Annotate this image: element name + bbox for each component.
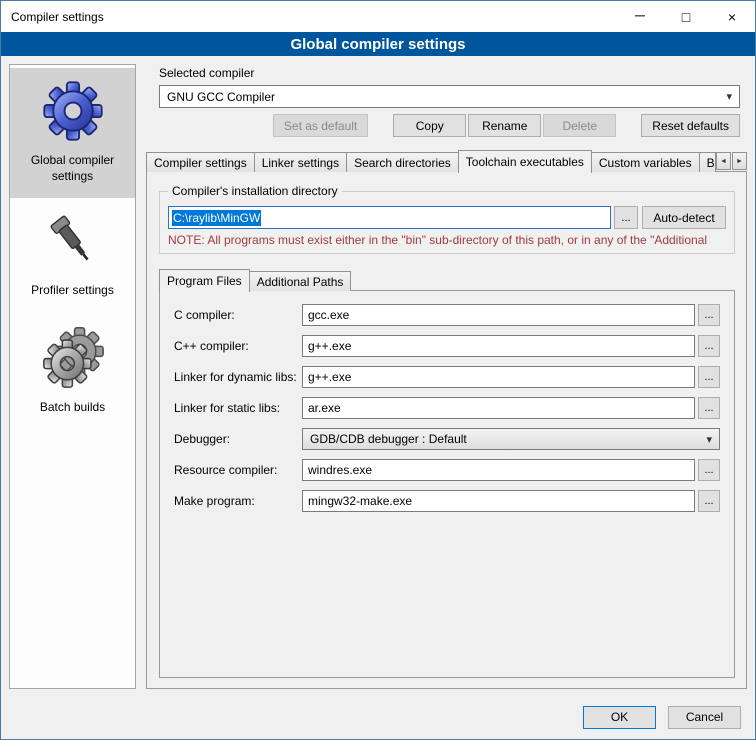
- installation-directory-groupbox: Compiler's installation directory C:\ray…: [159, 191, 735, 254]
- close-icon: ×: [728, 9, 736, 25]
- field-label: Linker for dynamic libs:: [174, 370, 302, 384]
- field-label: Resource compiler:: [174, 463, 302, 477]
- field-label: C++ compiler:: [174, 339, 302, 353]
- browse-c-compiler-button[interactable]: ...: [698, 304, 720, 326]
- copy-button[interactable]: Copy: [393, 114, 466, 137]
- program-files-tab-strip: Program Files Additional Paths: [159, 269, 735, 291]
- dialog-header: Global compiler settings: [1, 32, 755, 56]
- field-label: Linker for static libs:: [174, 401, 302, 415]
- tab-custom-variables[interactable]: Custom variables: [591, 152, 700, 172]
- toolchain-executables-panel: Compiler's installation directory C:\ray…: [146, 171, 747, 689]
- subtab-program-files[interactable]: Program Files: [159, 269, 250, 292]
- c-compiler-row: C compiler: ...: [174, 304, 720, 326]
- rename-button[interactable]: Rename: [468, 114, 541, 137]
- maximize-icon: □: [682, 9, 690, 25]
- sidebar-item-label: Profiler settings: [31, 282, 114, 298]
- reset-defaults-button[interactable]: Reset defaults: [641, 114, 740, 137]
- resource-compiler-input[interactable]: [302, 459, 695, 481]
- main-settings-area: Selected compiler GNU GCC Compiler ▾ Set…: [146, 64, 747, 695]
- make-program-row: Make program: ...: [174, 490, 720, 512]
- tab-build-options[interactable]: Build options: [699, 152, 716, 172]
- selected-compiler-select[interactable]: GNU GCC Compiler ▾: [159, 85, 740, 108]
- caption-buttons: ─ □ ×: [617, 1, 755, 32]
- field-label: Debugger:: [174, 432, 302, 446]
- field-label: C compiler:: [174, 308, 302, 322]
- dynamic-linker-input[interactable]: [302, 366, 695, 388]
- installation-directory-row: C:\raylib\MinGW ... Auto-detect: [168, 206, 726, 229]
- cancel-button[interactable]: Cancel: [668, 706, 741, 729]
- dialog-header-title: Global compiler settings: [290, 36, 465, 53]
- browse-make-program-button[interactable]: ...: [698, 490, 720, 512]
- subtab-additional-paths[interactable]: Additional Paths: [249, 271, 352, 291]
- sidebar-item-global-compiler-settings[interactable]: Global compiler settings: [10, 68, 135, 198]
- tab-scroll-right-icon[interactable]: ►: [732, 152, 747, 170]
- field-label: Make program:: [174, 494, 302, 508]
- cpp-compiler-input[interactable]: [302, 335, 695, 357]
- browse-install-dir-button[interactable]: ...: [614, 206, 638, 229]
- sidebar-item-batch-builds[interactable]: Batch builds: [10, 313, 135, 429]
- compiler-selection-section: Selected compiler GNU GCC Compiler ▾ Set…: [146, 64, 747, 137]
- selected-compiler-value: GNU GCC Compiler: [167, 90, 275, 104]
- c-compiler-input[interactable]: [302, 304, 695, 326]
- sidebar-item-label: Batch builds: [40, 399, 105, 415]
- gray-gears-icon: [41, 325, 105, 389]
- chevron-down-icon: ▾: [706, 433, 712, 446]
- browse-dynamic-linker-button[interactable]: ...: [698, 366, 720, 388]
- dialog-content: Global compiler settings Profiler settin…: [1, 56, 755, 695]
- debugger-value: GDB/CDB debugger : Default: [310, 432, 467, 446]
- minimize-icon: ─: [635, 7, 645, 23]
- close-button[interactable]: ×: [709, 1, 755, 32]
- dynamic-linker-row: Linker for dynamic libs: ...: [174, 366, 720, 388]
- sidebar-item-profiler-settings[interactable]: Profiler settings: [10, 198, 135, 312]
- compiler-buttons-row: Set as default Copy Rename Delete Reset …: [159, 114, 740, 137]
- tab-toolchain-executables[interactable]: Toolchain executables: [458, 150, 592, 173]
- make-program-input[interactable]: [302, 490, 695, 512]
- profiler-tool-icon: [45, 210, 101, 272]
- tab-linker-settings[interactable]: Linker settings: [254, 152, 347, 172]
- chevron-down-icon: ▾: [726, 90, 732, 103]
- delete-button[interactable]: Delete: [543, 114, 616, 137]
- browse-cpp-compiler-button[interactable]: ...: [698, 335, 720, 357]
- debugger-row: Debugger: GDB/CDB debugger : Default ▾: [174, 428, 720, 450]
- browse-static-linker-button[interactable]: ...: [698, 397, 720, 419]
- tab-compiler-settings[interactable]: Compiler settings: [146, 152, 255, 172]
- resource-compiler-row: Resource compiler: ...: [174, 459, 720, 481]
- tab-search-directories[interactable]: Search directories: [346, 152, 459, 172]
- ok-button[interactable]: OK: [583, 706, 656, 729]
- window-title: Compiler settings: [1, 10, 104, 24]
- install-dir-value: C:\raylib\MinGW: [172, 210, 261, 226]
- static-linker-row: Linker for static libs: ...: [174, 397, 720, 419]
- selected-compiler-label: Selected compiler: [159, 66, 740, 80]
- browse-resource-compiler-button[interactable]: ...: [698, 459, 720, 481]
- blue-gear-icon: [42, 80, 104, 142]
- debugger-select[interactable]: GDB/CDB debugger : Default ▾: [302, 428, 720, 450]
- program-files-panel: C compiler: ... C++ compiler: ... Linker…: [159, 290, 735, 678]
- auto-detect-button[interactable]: Auto-detect: [642, 206, 726, 229]
- tab-scroll-controls: ◄ ►: [716, 152, 747, 172]
- bin-subdirectory-note: NOTE: All programs must exist either in …: [168, 233, 726, 247]
- tab-scroll-left-icon[interactable]: ◄: [716, 152, 731, 170]
- minimize-button[interactable]: ─: [617, 1, 663, 32]
- settings-sidebar: Global compiler settings Profiler settin…: [9, 64, 136, 689]
- maximize-button[interactable]: □: [663, 1, 709, 32]
- static-linker-input[interactable]: [302, 397, 695, 419]
- cpp-compiler-row: C++ compiler: ...: [174, 335, 720, 357]
- installation-directory-title: Compiler's installation directory: [168, 184, 342, 198]
- sidebar-item-label: Global compiler settings: [14, 152, 131, 184]
- install-dir-input[interactable]: C:\raylib\MinGW: [168, 206, 611, 229]
- dialog-footer: OK Cancel: [1, 695, 755, 739]
- set-as-default-button[interactable]: Set as default: [273, 114, 368, 137]
- settings-tab-strip: Compiler settings Linker settings Search…: [146, 150, 747, 172]
- title-bar: Compiler settings ─ □ ×: [1, 1, 755, 32]
- compiler-settings-dialog: Compiler settings ─ □ × Global compiler …: [0, 0, 756, 740]
